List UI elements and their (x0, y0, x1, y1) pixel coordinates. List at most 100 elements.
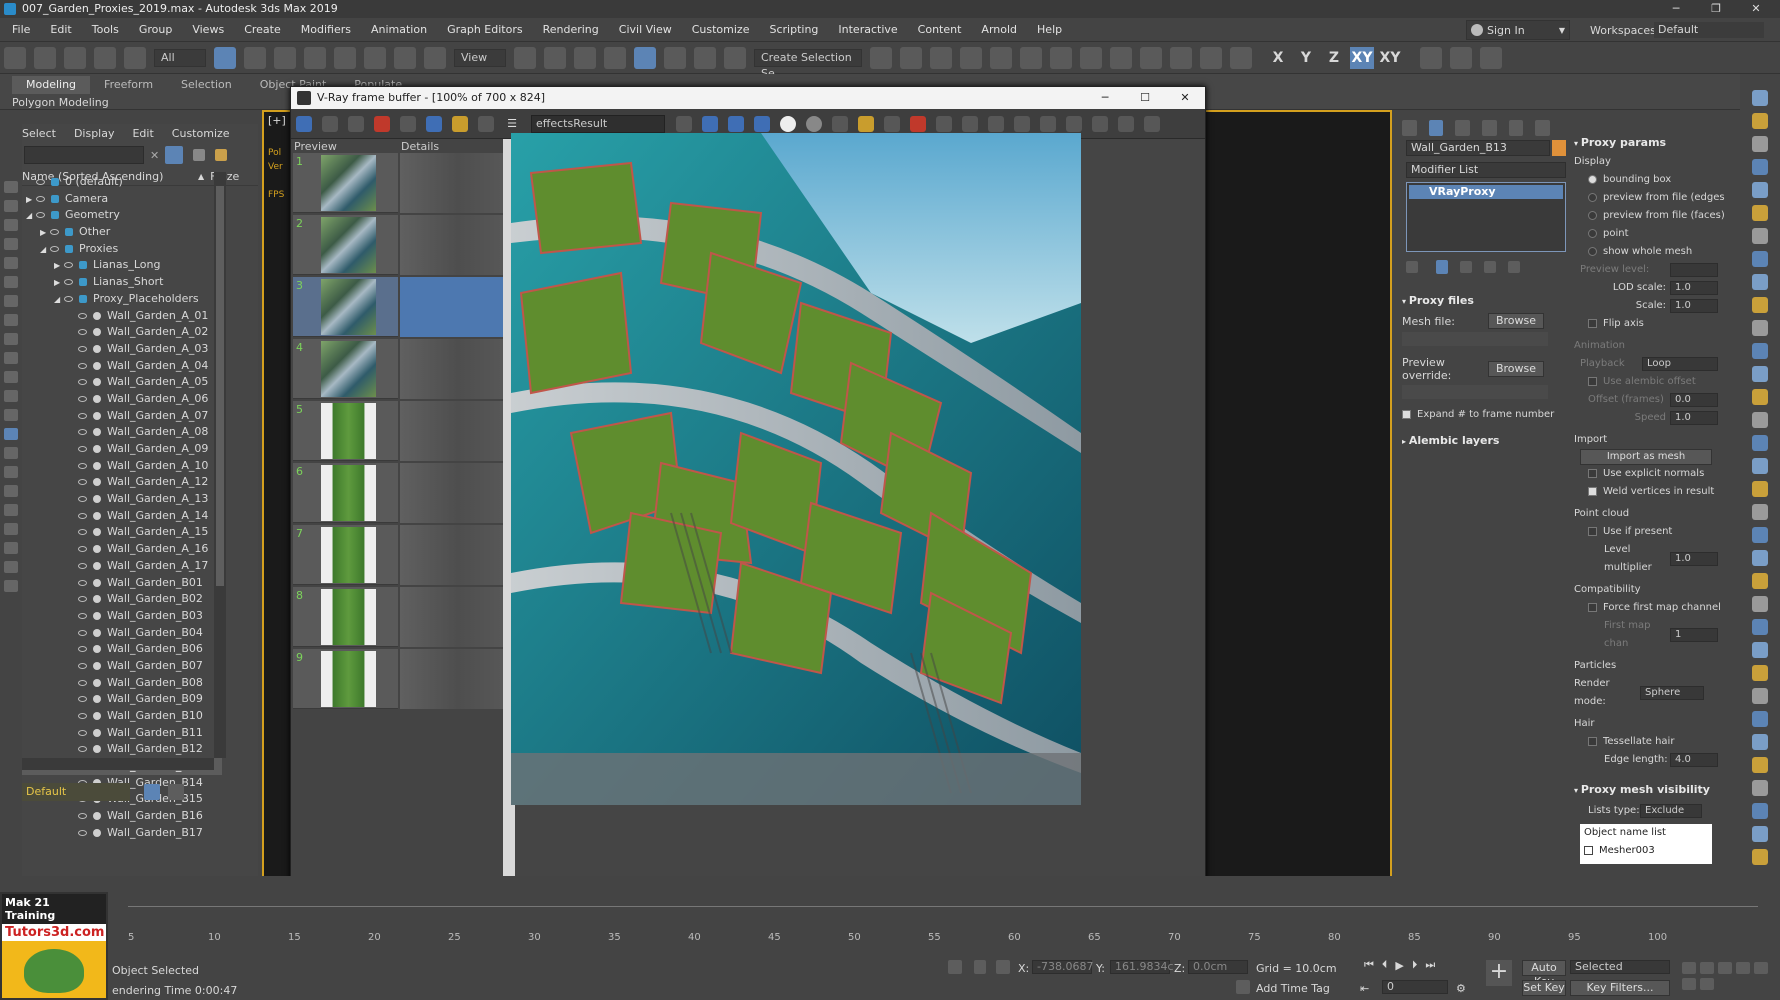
track-mouse-icon[interactable] (962, 115, 978, 132)
select-object-icon[interactable] (214, 46, 236, 69)
tree-row[interactable]: Wall_Garden_B02 (22, 591, 222, 608)
tree-row[interactable]: Wall_Garden_B16 (22, 808, 222, 825)
goto-start-icon[interactable]: ⏮ (1364, 958, 1374, 972)
menu-help[interactable]: Help (1027, 18, 1072, 42)
fov-icon[interactable] (1736, 962, 1750, 974)
snap-3d-icon[interactable] (604, 46, 626, 69)
undo-icon[interactable] (4, 46, 26, 69)
menu-icon[interactable]: ☰ (504, 116, 520, 132)
render-setup-icon[interactable] (1080, 46, 1102, 69)
placement-icon[interactable] (424, 46, 446, 69)
visibility-eye-icon[interactable] (78, 446, 87, 452)
render-icon[interactable] (988, 115, 1004, 132)
tree-row[interactable]: Wall_Garden_A_08 (22, 424, 222, 441)
alpha-channel-icon[interactable] (780, 115, 796, 132)
tree-row[interactable]: Wall_Garden_A_17 (22, 558, 222, 575)
minimize-icon[interactable]: ─ (1656, 0, 1696, 18)
visibility-eye-icon[interactable] (36, 195, 45, 202)
explorer-tool-icon[interactable] (4, 371, 18, 383)
ribbon-subpanel-label[interactable]: Polygon Modeling (12, 96, 109, 109)
rect-selection-icon[interactable] (274, 46, 296, 69)
history-item[interactable]: 3 (293, 277, 516, 337)
menu-tools[interactable]: Tools (82, 18, 129, 42)
ribbon-tab-modeling[interactable]: Modeling (12, 76, 91, 94)
tree-row[interactable]: Wall_Garden_A_12 (22, 474, 222, 491)
history-item[interactable]: 1 (293, 153, 516, 213)
side-tool-icon[interactable] (1752, 389, 1768, 405)
keyboard-shortcut-icon[interactable] (574, 46, 596, 69)
pin-stack-icon[interactable] (1406, 261, 1418, 273)
material-editor-icon[interactable] (1050, 46, 1072, 69)
redo-icon[interactable] (34, 46, 56, 69)
zoom-extents-icon[interactable] (1718, 962, 1732, 974)
display-option-radio[interactable] (1588, 246, 1597, 256)
rendered-frame-icon[interactable] (1110, 46, 1132, 69)
side-tool-icon[interactable] (1752, 343, 1768, 359)
explorer-tool-icon[interactable] (4, 523, 18, 535)
z-coordinate-field[interactable]: 0.0cm (1188, 960, 1248, 974)
zoom-all-icon[interactable] (1700, 962, 1714, 974)
x-coordinate-field[interactable]: -738.0687 (1032, 960, 1093, 974)
visibility-eye-icon[interactable] (78, 329, 87, 336)
tree-row[interactable]: Wall_Garden_B03 (22, 608, 222, 625)
lens-effects-icon[interactable] (1040, 115, 1056, 132)
current-frame-field[interactable]: 0 (1382, 980, 1448, 994)
spacing-icon[interactable] (1480, 46, 1502, 69)
explorer-tool-icon[interactable] (4, 447, 18, 459)
offset-spinner[interactable]: 0.0 (1670, 393, 1718, 407)
layer-toggle-icon[interactable] (144, 784, 160, 800)
add-layer-icon[interactable] (215, 149, 228, 161)
rendered-image[interactable] (511, 133, 1081, 805)
tree-row[interactable]: ▶ Lianas_Long (22, 257, 222, 274)
axis-x-button[interactable]: X (1266, 47, 1290, 69)
make-unique-icon[interactable] (1460, 261, 1472, 273)
explorer-tool-icon[interactable] (4, 561, 18, 573)
side-tool-icon[interactable] (1752, 458, 1768, 474)
y-coordinate-field[interactable]: 161.9834c (1110, 960, 1174, 974)
key-selection-dropdown[interactable]: Selected (1570, 960, 1670, 974)
visibility-eye-icon[interactable] (78, 429, 87, 436)
prev-frame-icon[interactable]: ⏴ (1382, 958, 1388, 972)
proxy-mesh-visibility-header[interactable]: ▾ Proxy mesh visibility (1574, 781, 1726, 800)
first-map-chan-spinner[interactable]: 1 (1670, 628, 1718, 642)
side-tool-icon[interactable] (1752, 734, 1768, 750)
angle-snap-icon[interactable] (634, 46, 656, 69)
tree-row[interactable]: ▶ Lianas_Short (22, 274, 222, 291)
menu-group[interactable]: Group (129, 18, 183, 42)
visibility-eye-icon[interactable] (64, 279, 73, 286)
expand-arrow-icon[interactable]: ▶ (54, 258, 64, 275)
selection-lock-icon[interactable] (974, 960, 986, 974)
select-manipulate-icon[interactable] (544, 46, 566, 69)
mesh-browse-button[interactable]: Browse (1488, 313, 1544, 329)
region-render-icon[interactable] (936, 115, 952, 132)
side-tool-icon[interactable] (1752, 757, 1768, 773)
visibility-eye-icon[interactable] (78, 629, 87, 636)
menu-views[interactable]: Views (182, 18, 234, 42)
duplicate-icon[interactable] (884, 115, 900, 132)
expand-arrow-icon[interactable]: ◢ (26, 208, 36, 225)
mesh-file-input[interactable] (1402, 332, 1548, 346)
viewport-label[interactable]: [+] (268, 114, 286, 127)
teapot-icon[interactable] (1066, 115, 1082, 132)
scene-menu-customize[interactable]: Customize (172, 127, 230, 140)
menu-customize[interactable]: Customize (682, 18, 760, 42)
tree-row[interactable]: Wall_Garden_A_15 (22, 524, 222, 541)
visibility-eye-icon[interactable] (78, 596, 87, 603)
menu-create[interactable]: Create (234, 18, 291, 42)
stack-item-vrayproxy[interactable]: VRayProxy (1409, 185, 1563, 199)
curve-editor-icon[interactable] (990, 46, 1012, 69)
create-tab-icon[interactable] (1402, 120, 1417, 136)
time-config-icon[interactable]: ⚙ (1456, 982, 1466, 995)
visibility-eye-icon[interactable] (78, 713, 87, 719)
side-tool-icon[interactable] (1752, 826, 1768, 842)
compare-ab-icon[interactable] (400, 115, 416, 132)
preview-level-spinner[interactable] (1670, 263, 1718, 277)
remove-modifier-icon[interactable] (1484, 261, 1496, 273)
menu-scripting[interactable]: Scripting (759, 18, 828, 42)
tree-row[interactable]: Wall_Garden_B04 (22, 625, 222, 642)
visibility-eye-icon[interactable] (78, 679, 87, 686)
tree-row[interactable]: Wall_Garden_A_01 (22, 308, 222, 325)
visibility-eye-icon[interactable] (78, 345, 87, 352)
import-as-mesh-button[interactable]: Import as mesh (1580, 449, 1712, 465)
scene-explorer-icon[interactable] (930, 46, 952, 69)
